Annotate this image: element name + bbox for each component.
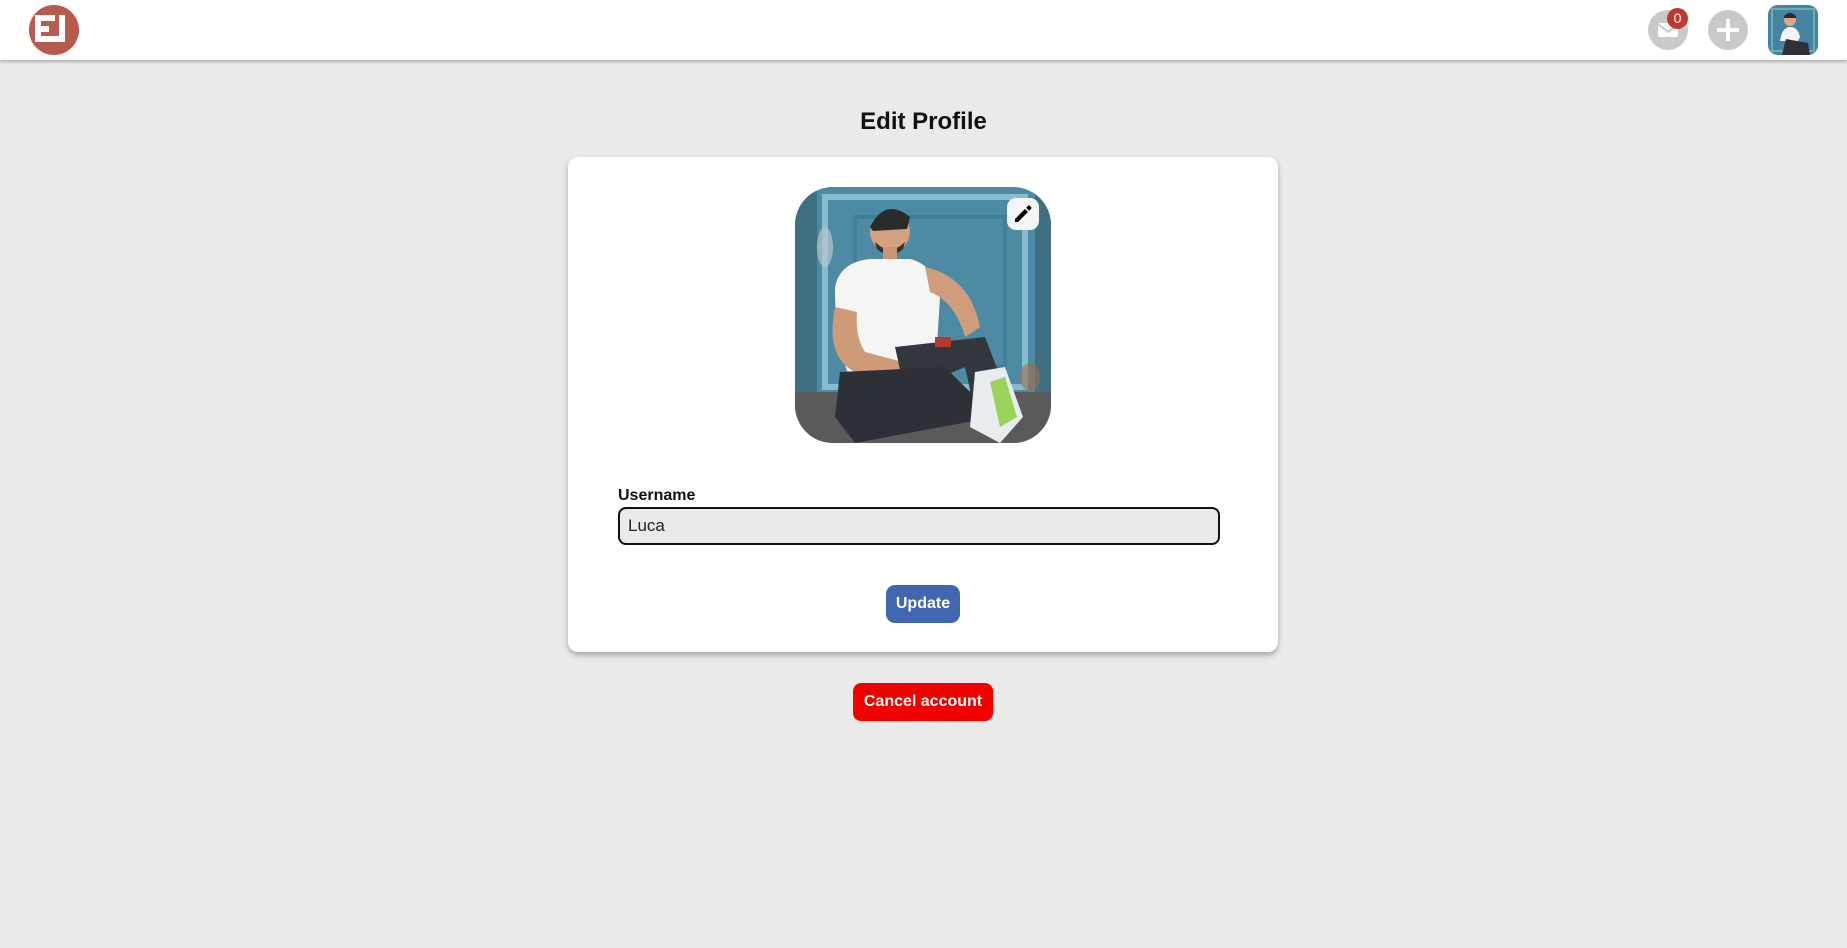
brand-logo-icon[interactable] bbox=[29, 5, 79, 55]
username-label: Username bbox=[618, 487, 696, 504]
edit-profile-card: Username Update bbox=[568, 157, 1278, 652]
page-title: Edit Profile bbox=[860, 108, 987, 135]
top-nav-bar: 0 bbox=[0, 0, 1847, 60]
user-avatar[interactable] bbox=[1768, 5, 1818, 55]
unread-count-badge: 0 bbox=[1667, 8, 1688, 29]
add-button[interactable] bbox=[1708, 10, 1748, 50]
username-input[interactable] bbox=[618, 507, 1220, 545]
edit-photo-button[interactable] bbox=[1007, 198, 1039, 230]
cancel-account-button[interactable]: Cancel account bbox=[853, 683, 993, 721]
update-button[interactable]: Update bbox=[886, 585, 960, 623]
plus-icon bbox=[1717, 19, 1739, 41]
pencil-icon bbox=[1015, 205, 1032, 222]
